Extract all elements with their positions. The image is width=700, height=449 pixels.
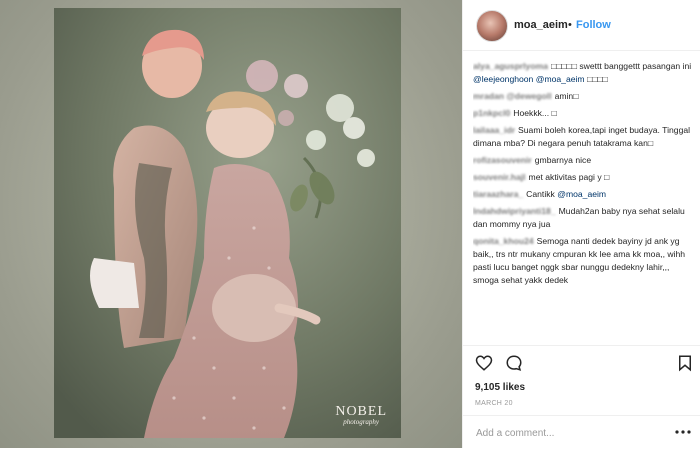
- follow-button[interactable]: Follow: [576, 19, 611, 31]
- add-comment-bar: [463, 415, 700, 449]
- separator-dot: •: [568, 19, 572, 31]
- comment-username[interactable]: Indahdwipriyanti18_: [473, 206, 556, 216]
- comment-mention-link[interactable]: @moa_aeim: [536, 74, 585, 84]
- comment-username[interactable]: rofizasouvenir: [473, 155, 532, 165]
- more-options-icon[interactable]: [675, 428, 691, 436]
- comment-list[interactable]: alya_agusprlyoma □□□□□ swettt banggettt p…: [473, 60, 693, 344]
- comment-bubble-icon[interactable]: [505, 354, 523, 372]
- comment-text: □□□□: [584, 74, 608, 84]
- post-sidebar: moa_aeim • Follow alya_agusprlyoma □□□□□ …: [462, 0, 700, 448]
- post-username[interactable]: moa_aeim: [514, 19, 568, 31]
- post-photo[interactable]: NOBEL photography: [54, 8, 401, 438]
- comment-item: rofizasouvenir gmbarnya nice: [473, 154, 693, 167]
- comment-text: amin□: [554, 91, 579, 101]
- comment-username[interactable]: souvenir.hajl: [473, 172, 526, 182]
- comment-item: alya_agusprlyoma □□□□□ swettt banggettt p…: [473, 60, 693, 86]
- comment-text: gmbarnya nice: [534, 155, 592, 165]
- comment-text: Cantikk: [526, 189, 558, 199]
- likes-count[interactable]: 9,105 likes: [475, 382, 525, 393]
- photographer-watermark: NOBEL photography: [335, 404, 387, 426]
- photo-illustration: [54, 8, 401, 438]
- comment-item: qonita_khou24 Semoga nanti dedek bayiny j…: [473, 235, 693, 287]
- comment-username[interactable]: tiaraazhara_: [473, 189, 523, 199]
- comment-username[interactable]: mradan @dewegoll: [473, 91, 552, 101]
- post-header: moa_aeim • Follow: [463, 0, 700, 51]
- comment-item: tiaraazhara_ Cantikk @moa_aeim: [473, 188, 693, 201]
- comment-mention-link[interactable]: @moa_aeim: [557, 189, 606, 199]
- comment-item: p1nkpcl0 Hoekkk... □: [473, 107, 693, 120]
- add-comment-input[interactable]: [474, 424, 668, 442]
- bookmark-icon[interactable]: [676, 354, 694, 372]
- comment-text: met aktivitas pagi y □: [528, 172, 610, 182]
- comment-item: mradan @dewegoll amin□: [473, 90, 693, 103]
- comment-username[interactable]: p1nkpcl0: [473, 108, 510, 118]
- comment-username[interactable]: alya_agusprlyoma: [473, 61, 548, 71]
- post-view: NOBEL photography moa_aeim • Follow alya…: [0, 0, 700, 448]
- post-date: MARCH 20: [475, 400, 513, 407]
- comment-mention-link[interactable]: @leejeonghoon: [473, 74, 533, 84]
- comment-item: Indahdwipriyanti18_ Mudah2an baby nya seh…: [473, 205, 693, 231]
- avatar[interactable]: [476, 10, 508, 42]
- heart-icon[interactable]: [475, 354, 493, 372]
- comment-item: souvenir.hajl met aktivitas pagi y □: [473, 171, 693, 184]
- comment-text: □□□□□ swettt banggettt pasangan ini: [551, 61, 692, 71]
- comment-text: Hoekkk... □: [513, 108, 557, 118]
- comment-item: lailaaa_idr Suami boleh korea,tapi inget …: [473, 124, 693, 150]
- comment-username[interactable]: lailaaa_idr: [473, 125, 515, 135]
- comment-username[interactable]: qonita_khou24: [473, 236, 534, 246]
